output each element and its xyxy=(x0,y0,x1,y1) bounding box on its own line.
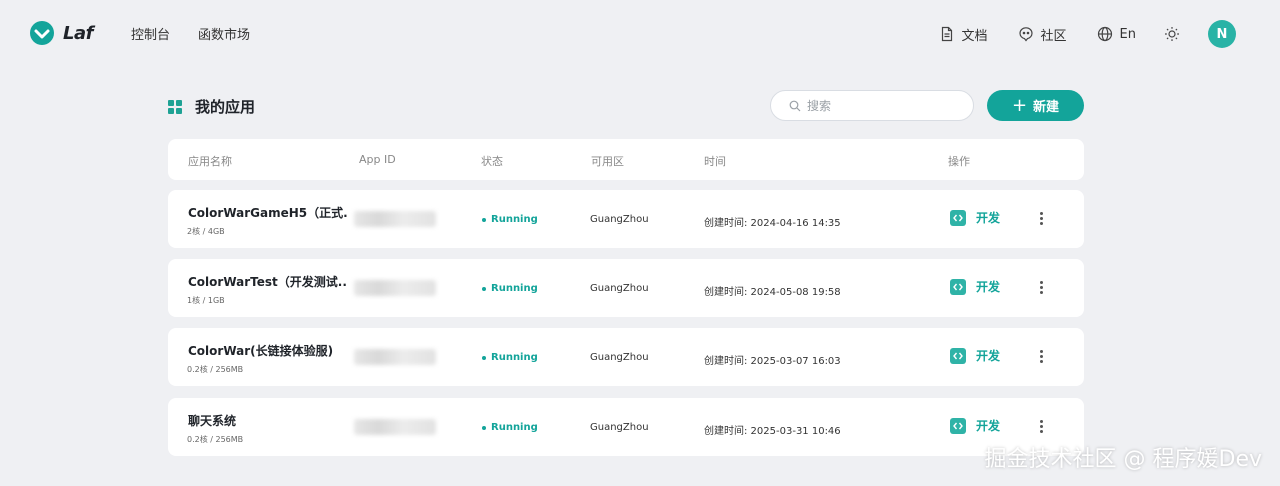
header-app-name: 应用名称 xyxy=(188,155,232,168)
region: GuangZhou xyxy=(590,422,649,433)
develop-label: 开发 xyxy=(976,211,1001,225)
language-switch[interactable]: En xyxy=(1097,26,1136,42)
more-options-icon[interactable] xyxy=(1036,210,1046,226)
status-badge: Running xyxy=(482,214,538,225)
app-id-blurred xyxy=(354,211,436,227)
header-actions: 操作 xyxy=(948,155,970,168)
region: GuangZhou xyxy=(590,283,649,294)
nav-function-market[interactable]: 函数市场 xyxy=(198,24,250,43)
more-options-icon[interactable] xyxy=(1036,279,1046,295)
document-icon xyxy=(941,26,952,42)
app-name: ColorWar(长链接体验服) xyxy=(188,344,334,358)
language-label: En xyxy=(1119,26,1136,42)
table-row[interactable]: 聊天系统 0.2核 / 256MB Running GuangZhou 创建时间… xyxy=(168,398,1084,456)
status-text: Running xyxy=(491,422,538,433)
app-spec: 0.2核 / 256MB xyxy=(187,365,244,374)
top-header: Laf 控制台 函数市场 文档 社区 En N xyxy=(0,0,1280,68)
region: GuangZhou xyxy=(590,352,649,363)
develop-label: 开发 xyxy=(976,349,1001,363)
nav-console[interactable]: 控制台 xyxy=(131,24,170,43)
search-box[interactable] xyxy=(770,90,974,121)
status-badge: Running xyxy=(482,352,538,363)
app-id-blurred xyxy=(354,419,436,435)
community-link[interactable]: 社区 xyxy=(1018,25,1067,44)
status-badge: Running xyxy=(482,283,538,294)
status-dot-icon xyxy=(482,425,486,430)
app-spec: 0.2核 / 256MB xyxy=(187,435,244,444)
header-time: 时间 xyxy=(704,155,726,168)
table-row[interactable]: ColorWarGameH5（正式... 2核 / 4GB Running Gu… xyxy=(168,190,1084,248)
user-avatar[interactable]: N xyxy=(1208,20,1236,48)
header-region: 可用区 xyxy=(591,155,624,168)
laf-logo-icon xyxy=(30,21,54,45)
new-app-label: 新建 xyxy=(1033,100,1060,115)
header-app-id: App ID xyxy=(359,153,396,166)
status-dot-icon xyxy=(482,355,486,360)
region: GuangZhou xyxy=(590,214,649,225)
develop-button[interactable]: 开发 xyxy=(950,278,1000,295)
header-status: 状态 xyxy=(481,155,503,168)
watermark: 掘金技术社区 @ 程序媛Dev xyxy=(984,447,1262,472)
status-badge: Running xyxy=(482,422,538,433)
app-id-blurred xyxy=(354,280,436,296)
community-icon xyxy=(1018,27,1033,42)
code-icon xyxy=(950,209,966,226)
search-input[interactable] xyxy=(807,98,957,113)
app-name: 聊天系统 xyxy=(188,414,237,428)
main-nav: 控制台 函数市场 xyxy=(131,24,250,43)
status-text: Running xyxy=(491,352,538,363)
globe-icon xyxy=(1097,26,1112,42)
community-label: 社区 xyxy=(1040,28,1067,44)
app-spec: 2核 / 4GB xyxy=(187,227,225,236)
created-time: 创建时间: 2024-05-08 19:58 xyxy=(704,287,841,298)
app-spec: 1核 / 1GB xyxy=(187,296,225,305)
status-text: Running xyxy=(491,214,538,225)
table-row[interactable]: ColorWar(长链接体验服) 0.2核 / 256MB Running Gu… xyxy=(168,328,1084,386)
develop-label: 开发 xyxy=(976,280,1001,294)
status-dot-icon xyxy=(482,286,486,291)
logo[interactable]: Laf xyxy=(30,21,93,45)
develop-button[interactable]: 开发 xyxy=(950,347,1000,364)
more-options-icon[interactable] xyxy=(1036,418,1046,434)
app-id-blurred xyxy=(354,349,436,365)
created-time: 创建时间: 2024-04-16 14:35 xyxy=(704,218,841,229)
created-time: 创建时间: 2025-03-31 10:46 xyxy=(704,426,841,437)
develop-button[interactable]: 开发 xyxy=(950,209,1000,226)
develop-label: 开发 xyxy=(976,419,1001,433)
table-row[interactable]: ColorWarTest（开发测试... 1核 / 1GB Running Gu… xyxy=(168,259,1084,317)
search-icon xyxy=(789,100,801,111)
apps-grid-icon xyxy=(168,99,182,114)
plus-icon: + xyxy=(1011,94,1028,116)
table-header: 应用名称 App ID 状态 可用区 时间 操作 xyxy=(168,139,1084,180)
develop-button[interactable]: 开发 xyxy=(950,417,1000,434)
right-nav: 文档 社区 En N xyxy=(909,20,1236,48)
theme-toggle-sun-icon[interactable] xyxy=(1164,26,1180,42)
code-icon xyxy=(950,347,966,364)
app-name: ColorWarGameH5（正式... xyxy=(188,206,348,220)
more-options-icon[interactable] xyxy=(1036,348,1046,364)
status-text: Running xyxy=(491,283,538,294)
status-dot-icon xyxy=(482,217,486,222)
page-title-row: 我的应用 xyxy=(168,96,255,117)
brand-name: Laf xyxy=(63,22,93,44)
created-time: 创建时间: 2025-03-07 16:03 xyxy=(704,356,841,367)
app-name: ColorWarTest（开发测试... xyxy=(188,275,348,289)
docs-label: 文档 xyxy=(961,28,988,44)
code-icon xyxy=(950,278,966,295)
page-title: 我的应用 xyxy=(195,98,256,116)
new-app-button[interactable]: + 新建 xyxy=(987,90,1084,121)
code-icon xyxy=(950,417,966,434)
docs-link[interactable]: 文档 xyxy=(939,25,988,44)
